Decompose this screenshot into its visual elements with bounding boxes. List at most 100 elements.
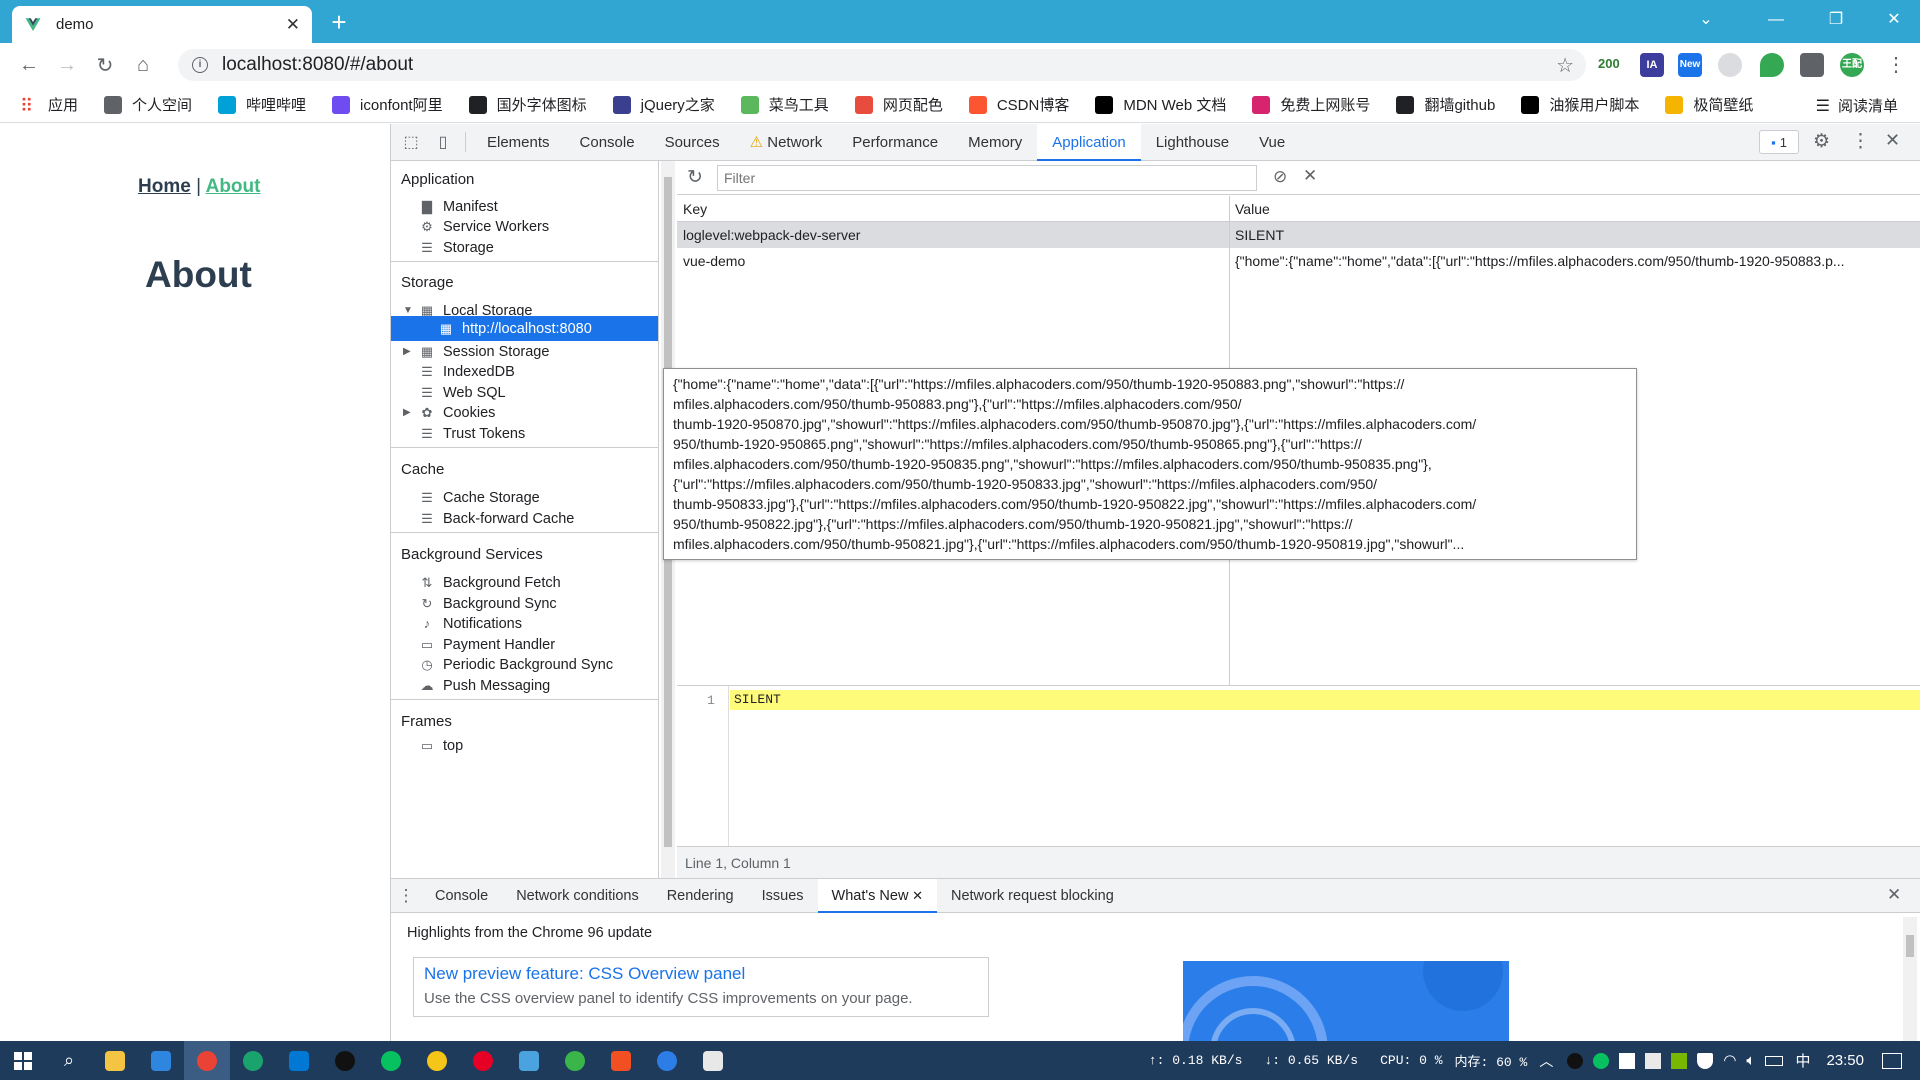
close-devtools-icon[interactable]: ✕ — [1885, 130, 1900, 151]
bookmark-item[interactable]: 极简壁纸 — [1665, 94, 1753, 115]
bookmark-item[interactable]: MDN Web 文档 — [1095, 94, 1226, 115]
column-header-key[interactable]: Key — [677, 196, 1229, 222]
mail-icon[interactable] — [138, 1041, 184, 1080]
app-check-icon[interactable] — [644, 1041, 690, 1080]
collapse-arrow-icon[interactable]: ▶ — [403, 346, 411, 357]
issues-counter[interactable]: ▪ 1 — [1759, 130, 1799, 154]
netease-music-icon[interactable] — [460, 1041, 506, 1080]
qq-icon[interactable] — [322, 1041, 368, 1080]
sidebar-item[interactable]: ▦ http://localhost:8080 — [391, 316, 658, 341]
settings-gear-icon[interactable]: ⚙ — [1813, 130, 1830, 153]
nav-link-about[interactable]: About — [206, 176, 261, 197]
store-icon[interactable] — [598, 1041, 644, 1080]
chrome-icon[interactable] — [184, 1041, 230, 1080]
tab-search-icon[interactable]: ⌄ — [1686, 4, 1726, 36]
sidebar-item[interactable]: ☰ Trust Tokens — [419, 421, 658, 446]
bookmark-item[interactable]: 个人空间 — [104, 94, 192, 115]
file-explorer-icon[interactable] — [92, 1041, 138, 1080]
shield-extension-icon[interactable] — [1760, 53, 1784, 77]
tray-app-icon[interactable] — [1645, 1052, 1662, 1069]
sidebar-item[interactable]: ☰ Back-forward Cache — [419, 506, 658, 531]
collapse-arrow-icon[interactable]: ▶ — [403, 407, 411, 418]
expand-arrow-icon[interactable]: ▼ — [403, 305, 413, 316]
drawer-tab[interactable]: Network request blocking — [937, 879, 1128, 913]
devtools-tab-performance[interactable]: Performance — [837, 124, 953, 161]
bookmark-item[interactable]: ⠿ 应用 — [20, 94, 78, 116]
devtools-tab-vue[interactable]: Vue — [1244, 124, 1300, 161]
reading-list-button[interactable]: ☰ 阅读清单 — [1816, 95, 1898, 116]
url-text[interactable]: localhost:8080/#/about — [222, 54, 413, 76]
column-header-value[interactable]: Value — [1229, 196, 1920, 222]
devtools-tab-sources[interactable]: Sources — [650, 124, 735, 161]
restore-button[interactable]: ❐ — [1816, 4, 1856, 36]
minimize-button[interactable]: — — [1756, 4, 1796, 36]
drawer-scrollbar[interactable] — [1903, 917, 1917, 1041]
security-tray-icon[interactable] — [1697, 1052, 1714, 1069]
feature-card-title[interactable]: New preview feature: CSS Overview panel — [424, 964, 745, 984]
sidebar-item[interactable]: ☰ Storage — [419, 235, 658, 260]
address-bar[interactable]: i localhost:8080/#/about ☆ — [178, 49, 1586, 81]
devtools-menu-icon[interactable]: ⋮ — [1851, 130, 1870, 153]
qq-tray-icon[interactable] — [1567, 1052, 1584, 1069]
preview-code-line[interactable]: SILENT — [730, 690, 1920, 710]
sidebar-item[interactable]: ☁ Push Messaging — [419, 673, 658, 698]
bookmark-item[interactable]: 免费上网账号 — [1252, 94, 1370, 115]
drawer-tab[interactable]: Issues — [748, 879, 818, 913]
bookmark-item[interactable]: CSDN博客 — [968, 94, 1069, 115]
table-row[interactable]: vue-demo {"home":{"name":"home","data":[… — [677, 248, 1920, 274]
intellij-extension-icon[interactable]: IA — [1640, 53, 1664, 77]
table-row[interactable]: loglevel:webpack-dev-server SILENT — [677, 222, 1920, 248]
battery-icon[interactable] — [1765, 1055, 1784, 1066]
devtools-tab-application[interactable]: Application — [1037, 123, 1141, 161]
nav-link-home[interactable]: Home — [138, 176, 191, 197]
site-info-icon[interactable]: i — [192, 57, 208, 73]
bookmark-item[interactable]: 菜鸟工具 — [740, 94, 829, 115]
app-green-icon[interactable] — [552, 1041, 598, 1080]
profile-avatar[interactable]: 王配 — [1840, 53, 1864, 77]
clear-all-icon[interactable]: ⊘ — [1273, 167, 1287, 187]
browser-tab[interactable]: demo ✕ — [12, 6, 312, 43]
bookmark-item[interactable]: 国外字体图标 — [468, 94, 587, 115]
close-tab-icon[interactable]: ✕ — [286, 15, 300, 35]
drawer-tab[interactable]: Console — [421, 879, 502, 913]
edge-icon[interactable] — [230, 1041, 276, 1080]
wifi-icon[interactable]: ◠ — [1723, 1051, 1736, 1070]
drawer-tab[interactable]: Rendering — [653, 879, 748, 913]
sidebar-item-frame-top[interactable]: ▭ top — [419, 733, 658, 758]
bookmark-item[interactable]: 网页配色 — [854, 94, 943, 115]
devtools-tab-elements[interactable]: Elements — [472, 124, 565, 161]
extension-icon[interactable] — [1718, 53, 1742, 77]
bookmark-item[interactable]: jQuery之家 — [612, 94, 715, 115]
ime-indicator[interactable]: 中 — [1795, 1050, 1810, 1071]
bookmark-item[interactable]: 哔哩哔哩 — [218, 94, 306, 115]
app-yellow-icon[interactable] — [414, 1041, 460, 1080]
nvidia-tray-icon[interactable] — [1671, 1052, 1688, 1069]
device-toolbar-icon[interactable]: ▯ — [427, 132, 459, 152]
puzzle-icon[interactable] — [1800, 53, 1824, 77]
inspect-element-icon[interactable]: ⬚ — [395, 132, 427, 152]
close-tab-icon[interactable]: ✕ — [908, 888, 923, 903]
bookmark-item[interactable]: 翻墙github — [1396, 94, 1495, 115]
devtools-tab-console[interactable]: Console — [565, 124, 650, 161]
close-drawer-icon[interactable]: ✕ — [1887, 885, 1901, 905]
vscode-icon[interactable] — [276, 1041, 322, 1080]
devtools-tab-network[interactable]: ⚠ Network — [735, 124, 838, 161]
windows-start-icon[interactable] — [0, 1041, 46, 1080]
close-window-button[interactable]: ✕ — [1874, 4, 1914, 36]
devtools-tab-lighthouse[interactable]: Lighthouse — [1141, 124, 1244, 161]
devtools-tab-memory[interactable]: Memory — [953, 124, 1037, 161]
reload-icon[interactable]: ↻ — [86, 46, 124, 84]
wechat-tray-icon[interactable] — [1593, 1052, 1610, 1069]
tray-expand-icon[interactable]: ︿ — [1539, 1051, 1553, 1071]
bookmark-star-icon[interactable]: ☆ — [1556, 53, 1574, 78]
app-blue-icon[interactable] — [506, 1041, 552, 1080]
notepad-icon[interactable] — [690, 1041, 736, 1080]
home-icon[interactable]: ⌂ — [124, 46, 162, 84]
menu-kebab-icon[interactable]: ⋮ — [1886, 52, 1906, 77]
volume-icon[interactable]: 🔈︎ — [1746, 1052, 1755, 1070]
drawer-tab[interactable]: Network conditions — [502, 879, 653, 913]
refresh-icon[interactable]: ↻ — [687, 166, 703, 189]
forward-icon[interactable]: → — [48, 46, 86, 84]
feature-card[interactable]: New preview feature: CSS Overview panel … — [413, 957, 989, 1017]
new-tab-button[interactable]: + — [324, 8, 354, 38]
